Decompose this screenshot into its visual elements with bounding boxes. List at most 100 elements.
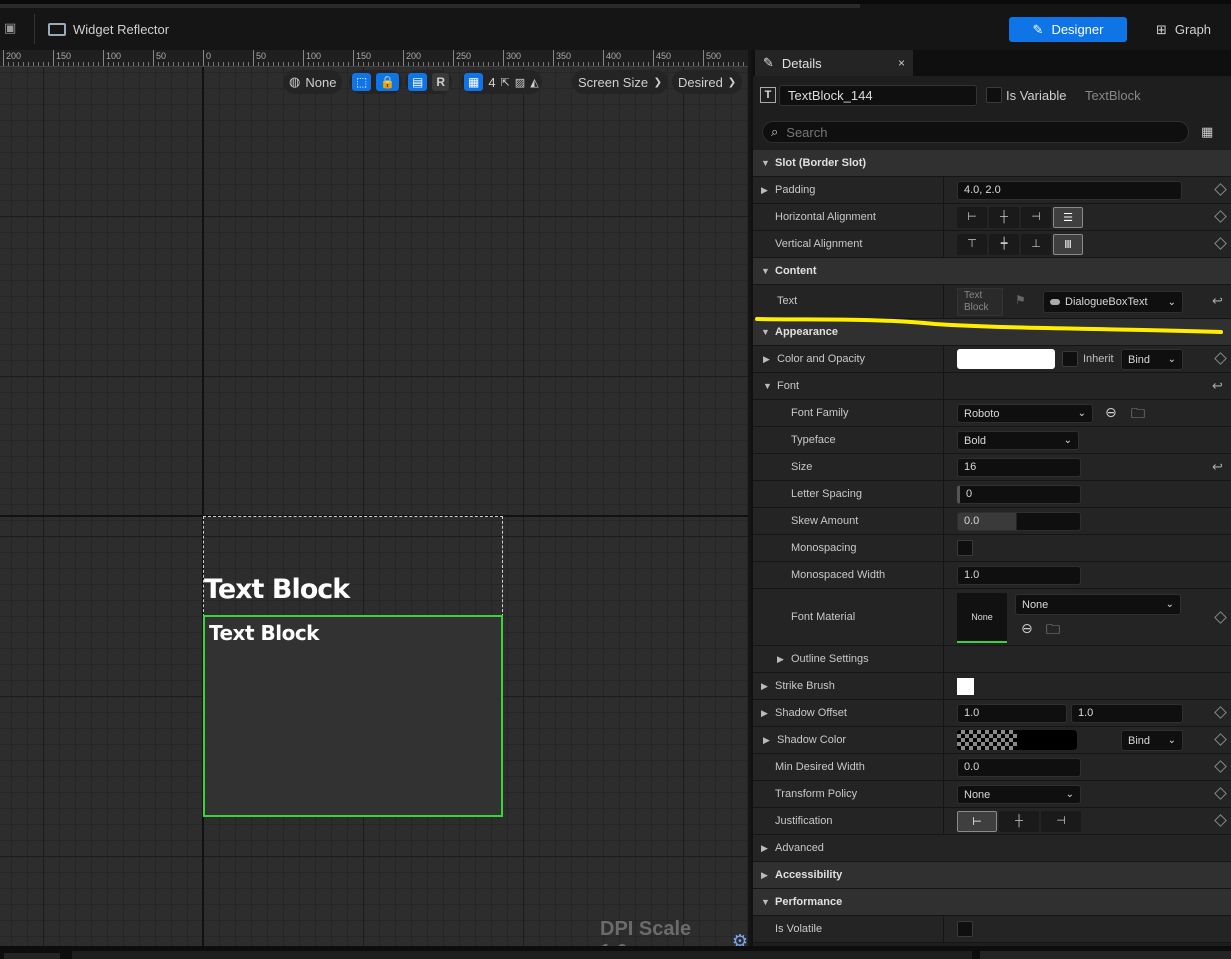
designer-canvas[interactable]: 200 150 100 50 0 50 100 150 200 250 300 350 400 450 50… bbox=[0, 50, 748, 946]
text-binding-dropdown[interactable]: DialogueBoxText ⌄ bbox=[1043, 291, 1183, 313]
keyframe-diamond-icon[interactable] bbox=[1214, 237, 1227, 250]
padding-field[interactable]: 4.0, 2.0 bbox=[957, 181, 1182, 200]
expand-arrow-icon[interactable]: ▶ bbox=[761, 185, 768, 196]
section-content[interactable]: ▼ Content bbox=[753, 258, 1231, 285]
collapse-arrow-icon: ▼ bbox=[761, 266, 770, 276]
monospaced-width-label: Monospaced Width bbox=[791, 569, 886, 581]
ruler-minor-tick bbox=[318, 62, 319, 66]
strike-brush-swatch[interactable] bbox=[957, 678, 974, 695]
inherit-checkbox[interactable] bbox=[1062, 351, 1078, 367]
widget-name-input[interactable]: TextBlock_144 bbox=[779, 85, 977, 106]
is-variable-toggle[interactable]: Is Variable bbox=[986, 87, 1066, 103]
selected-widget-bounds[interactable]: Text Block bbox=[203, 615, 503, 817]
property-advanced[interactable]: ▶ Advanced bbox=[753, 835, 1231, 862]
skew-amount-slider[interactable]: 0.0 bbox=[957, 512, 1081, 531]
font-family-dropdown[interactable]: Roboto ⌄ bbox=[957, 404, 1093, 423]
keyframe-diamond-icon[interactable] bbox=[1214, 352, 1227, 365]
justify-left-icon[interactable]: ⊢ bbox=[957, 811, 997, 832]
keyframe-diamond-icon[interactable] bbox=[1214, 706, 1227, 719]
transform-policy-dropdown[interactable]: None ⌄ bbox=[957, 785, 1081, 804]
r-toggle-button[interactable]: R bbox=[432, 73, 450, 91]
close-icon[interactable]: × bbox=[898, 56, 905, 70]
size-field[interactable]: 16 bbox=[957, 458, 1081, 477]
designer-mode-button[interactable]: ✎ Designer bbox=[1009, 17, 1127, 42]
section-appearance[interactable]: ▼ Appearance bbox=[753, 319, 1231, 346]
localization-preview-button[interactable]: ◍ None bbox=[283, 70, 343, 94]
align-top-icon[interactable]: ⊤ bbox=[957, 234, 987, 255]
details-search-input[interactable]: ⌕ Search bbox=[762, 121, 1189, 143]
widget-reflector-button[interactable]: Widget Reflector bbox=[48, 18, 169, 40]
expand-arrow-icon[interactable]: ▶ bbox=[763, 354, 770, 365]
grid-icon[interactable]: ▦ bbox=[464, 73, 484, 91]
font-material-dropdown[interactable]: None ⌄ bbox=[1015, 594, 1181, 615]
color-bind-dropdown[interactable]: Bind ⌄ bbox=[1121, 349, 1183, 370]
keyframe-diamond-icon[interactable] bbox=[1214, 787, 1227, 800]
section-slot[interactable]: ▼ Slot (Border Slot) bbox=[753, 150, 1231, 177]
expand-arrow-icon[interactable]: ▶ bbox=[761, 708, 768, 719]
keyframe-diamond-icon[interactable] bbox=[1214, 733, 1227, 746]
bottom-tab[interactable] bbox=[4, 953, 60, 959]
flag-icon[interactable]: ⚑ bbox=[1015, 293, 1026, 307]
justify-right-icon[interactable]: ⊣ bbox=[1041, 811, 1081, 832]
tab-details[interactable]: ✎ Details × bbox=[755, 50, 913, 76]
section-performance[interactable]: ▼ Performance bbox=[753, 889, 1231, 916]
expand-arrow-icon[interactable]: ▶ bbox=[761, 681, 768, 692]
keyframe-diamond-icon[interactable] bbox=[1214, 183, 1227, 196]
min-desired-width-field[interactable]: 0.0 bbox=[957, 758, 1081, 777]
align-fill-vertical-icon[interactable]: Ⅲ bbox=[1053, 234, 1083, 255]
section-accessibility[interactable]: ▶ Accessibility bbox=[753, 862, 1231, 889]
is-volatile-checkbox[interactable] bbox=[957, 921, 973, 937]
mirror-icon[interactable]: ◭ bbox=[530, 76, 538, 89]
gear-icon[interactable]: ⚙ bbox=[732, 931, 748, 947]
image-icon[interactable]: ▨ bbox=[515, 76, 525, 89]
justify-center-icon[interactable]: ┼ bbox=[999, 811, 1039, 832]
font-material-thumbnail[interactable]: None bbox=[957, 593, 1007, 643]
keyframe-diamond-icon[interactable] bbox=[1214, 814, 1227, 827]
expand-arrow-icon[interactable]: ▶ bbox=[777, 654, 784, 665]
marquee-select-icon[interactable]: ⬚ bbox=[352, 73, 372, 91]
align-left-icon[interactable]: ⊢ bbox=[957, 207, 987, 228]
color-swatch[interactable] bbox=[957, 349, 1055, 369]
align-right-icon[interactable]: ⊣ bbox=[1021, 207, 1051, 228]
align-middle-icon[interactable]: ┿ bbox=[989, 234, 1019, 255]
text-preview-field[interactable]: Text Block bbox=[957, 288, 1003, 316]
shadow-offset-y-field[interactable]: 1.0 bbox=[1071, 704, 1183, 723]
align-center-icon[interactable]: ┼ bbox=[989, 207, 1019, 228]
letter-spacing-field[interactable]: 0 bbox=[957, 485, 1081, 504]
transform-policy-label: Transform Policy bbox=[775, 788, 858, 800]
keyframe-diamond-icon[interactable] bbox=[1214, 760, 1227, 773]
graph-mode-button[interactable]: ⊞ Graph bbox=[1156, 17, 1211, 42]
expand-arrow-icon[interactable]: ▶ bbox=[763, 735, 770, 746]
grid-snap-value[interactable]: 4 bbox=[488, 75, 495, 90]
ruler-minor-tick bbox=[398, 62, 399, 66]
is-variable-checkbox[interactable] bbox=[986, 87, 1002, 103]
reset-arrow-icon[interactable]: ↩ bbox=[1212, 459, 1223, 475]
folder-search-icon[interactable]: 🗀 bbox=[1046, 619, 1060, 643]
layout-icon[interactable]: ▤ bbox=[408, 73, 428, 91]
shadow-bind-dropdown[interactable]: Bind ⌄ bbox=[1121, 730, 1183, 751]
browse-arrow-icon[interactable]: ⊖ bbox=[1105, 404, 1117, 421]
shadow-color-swatch[interactable] bbox=[957, 730, 1077, 750]
screen-size-dropdown[interactable]: Screen Size ❯ bbox=[572, 70, 668, 94]
collapse-arrow-icon[interactable]: ▼ bbox=[763, 381, 772, 391]
monospaced-width-field[interactable]: 1.0 bbox=[957, 566, 1081, 585]
align-fill-icon[interactable]: ☰ bbox=[1053, 207, 1083, 228]
reset-arrow-icon[interactable]: ↩ bbox=[1212, 378, 1223, 394]
align-bottom-icon[interactable]: ⊥ bbox=[1021, 234, 1051, 255]
fill-mode-dropdown[interactable]: Desired ❯ bbox=[672, 70, 742, 94]
inherit-toggle[interactable]: Inherit bbox=[1062, 351, 1114, 367]
monospacing-checkbox[interactable] bbox=[957, 540, 973, 556]
inner-text-block[interactable]: Text Block bbox=[209, 621, 319, 645]
lock-icon[interactable]: 🔒 bbox=[376, 73, 400, 91]
cursor-icon[interactable]: ⇱ bbox=[501, 76, 510, 89]
outer-text-block[interactable]: Text Block bbox=[204, 574, 350, 605]
folder-search-icon[interactable]: 🗀 bbox=[1131, 403, 1145, 427]
reset-arrow-icon[interactable]: ↩ bbox=[1212, 293, 1223, 309]
palette-folder-icon[interactable]: ▣ bbox=[4, 20, 22, 36]
property-matrix-icon[interactable]: ▦ bbox=[1201, 124, 1213, 140]
keyframe-diamond-icon[interactable] bbox=[1214, 210, 1227, 223]
shadow-offset-x-field[interactable]: 1.0 bbox=[957, 704, 1067, 723]
typeface-dropdown[interactable]: Bold ⌄ bbox=[957, 431, 1079, 450]
browse-arrow-icon[interactable]: ⊖ bbox=[1021, 620, 1033, 637]
keyframe-diamond-icon[interactable] bbox=[1214, 611, 1227, 624]
